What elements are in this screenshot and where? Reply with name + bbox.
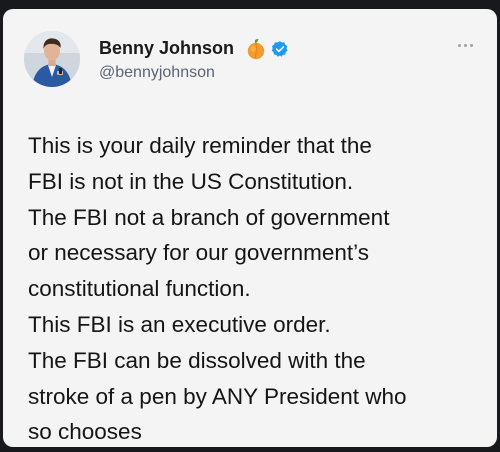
- tweet-line: or necessary for our government’s: [28, 240, 369, 266]
- peach-icon: [247, 38, 265, 60]
- tweet-line: This FBI is an executive order.: [28, 311, 331, 337]
- tweet-line: FBI is not in the US Constitution.: [28, 168, 354, 194]
- avatar[interactable]: [24, 31, 80, 87]
- display-name[interactable]: Benny Johnson: [99, 38, 234, 59]
- tweet-line: The FBI can be dissolved with the: [28, 347, 366, 373]
- more-options-icon[interactable]: [458, 40, 480, 50]
- tweet-text: This is your daily reminder that the FBI…: [28, 128, 488, 450]
- tweet-card[interactable]: Benny Johnson @bennyjohnson This is your…: [3, 9, 497, 447]
- more-dot: [470, 43, 473, 47]
- screenshot-frame: Benny Johnson @bennyjohnson This is your…: [0, 0, 500, 452]
- tweet-line: This is your daily reminder that the: [28, 133, 372, 158]
- tweet-line: constitutional function.: [28, 276, 251, 302]
- tweet-line: so chooses: [28, 419, 142, 445]
- tweet-line: stroke of a pen by ANY President who: [28, 383, 407, 409]
- tweet-line: The FBI not a branch of government: [28, 204, 390, 230]
- verified-badge-icon: [271, 41, 288, 57]
- avatar-image: [24, 31, 80, 87]
- more-dot: [464, 43, 467, 47]
- more-dot: [458, 43, 461, 47]
- user-handle[interactable]: @bennyjohnson: [99, 64, 215, 82]
